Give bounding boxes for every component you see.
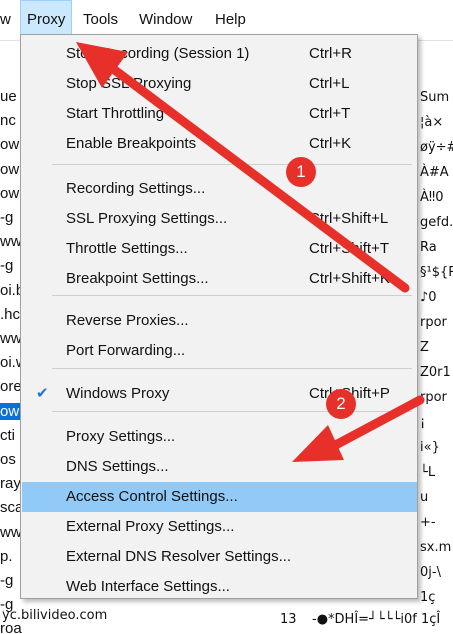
response-pane: Sum ¦à× øÿ÷# À#A À‼0 gefd. Ra §¹${R ♪0 rpor Z Z0r1 r… (418, 40, 453, 634)
response-line: u (420, 490, 429, 505)
hex-text-1: -●*DHÎ=┘└└└i0f 1çÎ (312, 612, 441, 627)
menu-item-enable-breakpoints[interactable]: Enable Breakpoints Ctrl+K (22, 129, 417, 159)
session-row[interactable]: nc (0, 112, 22, 129)
menu-item-recording-settings[interactable]: Recording Settings... (22, 174, 417, 204)
session-row[interactable]: ow (0, 185, 22, 202)
menu-item-label: Throttle Settings... (66, 240, 188, 257)
menu-item-label: Start Throttling (66, 105, 165, 122)
response-line: øÿ÷# (420, 140, 453, 155)
response-line: 1ç (420, 590, 436, 605)
menu-item-label: Recording Settings... (66, 180, 206, 197)
menu-item-label: Enable Breakpoints (66, 135, 197, 152)
menu-separator (52, 164, 412, 165)
session-row[interactable]: oi.w (0, 354, 22, 371)
response-line: Z (420, 340, 429, 355)
response-line: ¦à× (420, 115, 444, 130)
session-row[interactable]: .hc (0, 306, 22, 323)
menu-view[interactable]: w (0, 0, 11, 40)
menu-item-label: Stop SSL Proxying (66, 75, 192, 92)
response-line: ♪0 (420, 290, 437, 305)
menu-item-label: Port Forwarding... (66, 342, 186, 359)
menu-item-label: Proxy Settings... (66, 428, 176, 445)
response-line: À‼0 (420, 190, 444, 205)
session-row[interactable]: ww (0, 524, 22, 541)
session-row[interactable]: -g (0, 572, 22, 589)
menu-item-label: DNS Settings... (66, 458, 169, 475)
response-line: Z0r1 (420, 365, 451, 380)
session-row[interactable]: cti (0, 427, 22, 444)
response-line: i«} (420, 440, 440, 455)
menu-item-label: External Proxy Settings... (66, 518, 235, 535)
response-line: §¹${R (420, 265, 453, 280)
response-line: À#A (420, 165, 449, 180)
menu-item-shortcut: Ctrl+Shift+T (309, 240, 390, 257)
session-row[interactable]: sca (0, 499, 22, 516)
menu-item-dns-settings[interactable]: DNS Settings... (22, 452, 417, 482)
session-row[interactable]: -g (0, 257, 22, 274)
menu-item-shortcut: Ctrl+T (309, 105, 351, 122)
bottom-pane: yc.bilivideo.com 13 -●*DHÎ=┘└└└i0f 1çÎ (2, 598, 440, 634)
session-row[interactable]: ow (0, 161, 22, 178)
response-line: Ra (420, 240, 437, 255)
host-label[interactable]: yc.bilivideo.com (2, 608, 107, 623)
menu-item-shortcut: Ctrl+Shift+L (309, 210, 389, 227)
menu-separator (52, 368, 412, 369)
column-header: Sum (420, 90, 450, 105)
session-row[interactable]: os (0, 451, 22, 468)
menu-item-label: External DNS Resolver Settings... (66, 548, 292, 565)
session-list[interactable]: ue nc ow ow ow -g ww -g oi.b .hc ww oi.w ore ow cti os r… (0, 40, 22, 634)
menu-item-shortcut: Ctrl+K (309, 135, 352, 152)
session-row[interactable]: ww (0, 233, 22, 250)
session-row[interactable]: ray (0, 475, 22, 492)
menu-item-start-throttling[interactable]: Start Throttling Ctrl+T (22, 99, 417, 129)
menu-separator (52, 295, 412, 296)
session-row[interactable]: ow (0, 136, 22, 153)
menu-item-label: SSL Proxying Settings... (66, 210, 228, 227)
menu-item-ssl-proxying-settings[interactable]: SSL Proxying Settings... Ctrl+Shift+L (22, 204, 417, 234)
menu-item-windows-proxy[interactable]: ✔Windows ProxyCtrl+Shift+P (22, 379, 417, 409)
line-number: 13 (280, 612, 297, 627)
menu-item-stop-recording-session-1[interactable]: Stop Recording (Session 1) Ctrl+R (22, 39, 417, 69)
menu-item-stop-ssl-proxying[interactable]: Stop SSL Proxying Ctrl+L (22, 69, 417, 99)
response-line: └L (420, 465, 436, 480)
response-line: rpor (420, 390, 447, 405)
menu-item-external-proxy-settings[interactable]: External Proxy Settings... (22, 512, 417, 542)
annotation-badge-2: 2 (326, 389, 356, 419)
response-line: 0j-\ (420, 565, 441, 580)
session-row[interactable]: oi.b (0, 282, 22, 299)
menu-item-label: Reverse Proxies... (66, 312, 189, 329)
menu-item-label: Access Control Settings... (66, 488, 238, 505)
session-row[interactable]: ww (0, 330, 22, 347)
menu-item-label: Stop Recording (Session 1) (66, 45, 250, 62)
menu-item-access-control-settings[interactable]: Access Control Settings... (22, 482, 417, 512)
menu-item-proxy-settings[interactable]: Proxy Settings... (22, 422, 417, 452)
menu-item-throttle-settings[interactable]: Throttle Settings... Ctrl+Shift+T (22, 234, 417, 264)
menu-item-shortcut: Ctrl+R (309, 45, 352, 62)
session-row[interactable]: ore (0, 378, 22, 395)
menu-item-web-interface-settings[interactable]: Web Interface Settings... (22, 572, 417, 602)
proxy-menu: Stop Recording (Session 1) Ctrl+R Stop SSL… (20, 34, 418, 599)
response-line: ¡ (420, 415, 426, 430)
session-row[interactable]: p. (0, 548, 22, 565)
response-line: gefd. (420, 215, 453, 230)
menu-item-port-forwarding[interactable]: Port Forwarding... (22, 336, 417, 366)
menu-item-reverse-proxies[interactable]: Reverse Proxies... (22, 306, 417, 336)
session-row[interactable]: ue (0, 88, 22, 105)
session-row[interactable]: ow (0, 402, 22, 420)
menu-item-label: Web Interface Settings... (66, 578, 230, 595)
menu-item-label: Windows Proxy (66, 385, 170, 402)
response-line: rpor (420, 315, 447, 330)
annotation-badge-1: 1 (286, 157, 316, 187)
session-row[interactable]: -g (0, 209, 22, 226)
menu-item-shortcut: Ctrl+Shift+K (309, 270, 390, 287)
response-line: +- (420, 515, 436, 530)
menu-item-breakpoint-settings[interactable]: Breakpoint Settings... Ctrl+Shift+K (22, 264, 417, 294)
menu-item-label: Breakpoint Settings... (66, 270, 209, 287)
response-line: sx.m (420, 540, 452, 555)
menu-item-external-dns-resolver-settings[interactable]: External DNS Resolver Settings... (22, 542, 417, 572)
menu-separator (52, 411, 412, 412)
menu-item-shortcut: Ctrl+L (309, 75, 350, 92)
check-icon: ✔ (36, 385, 49, 402)
